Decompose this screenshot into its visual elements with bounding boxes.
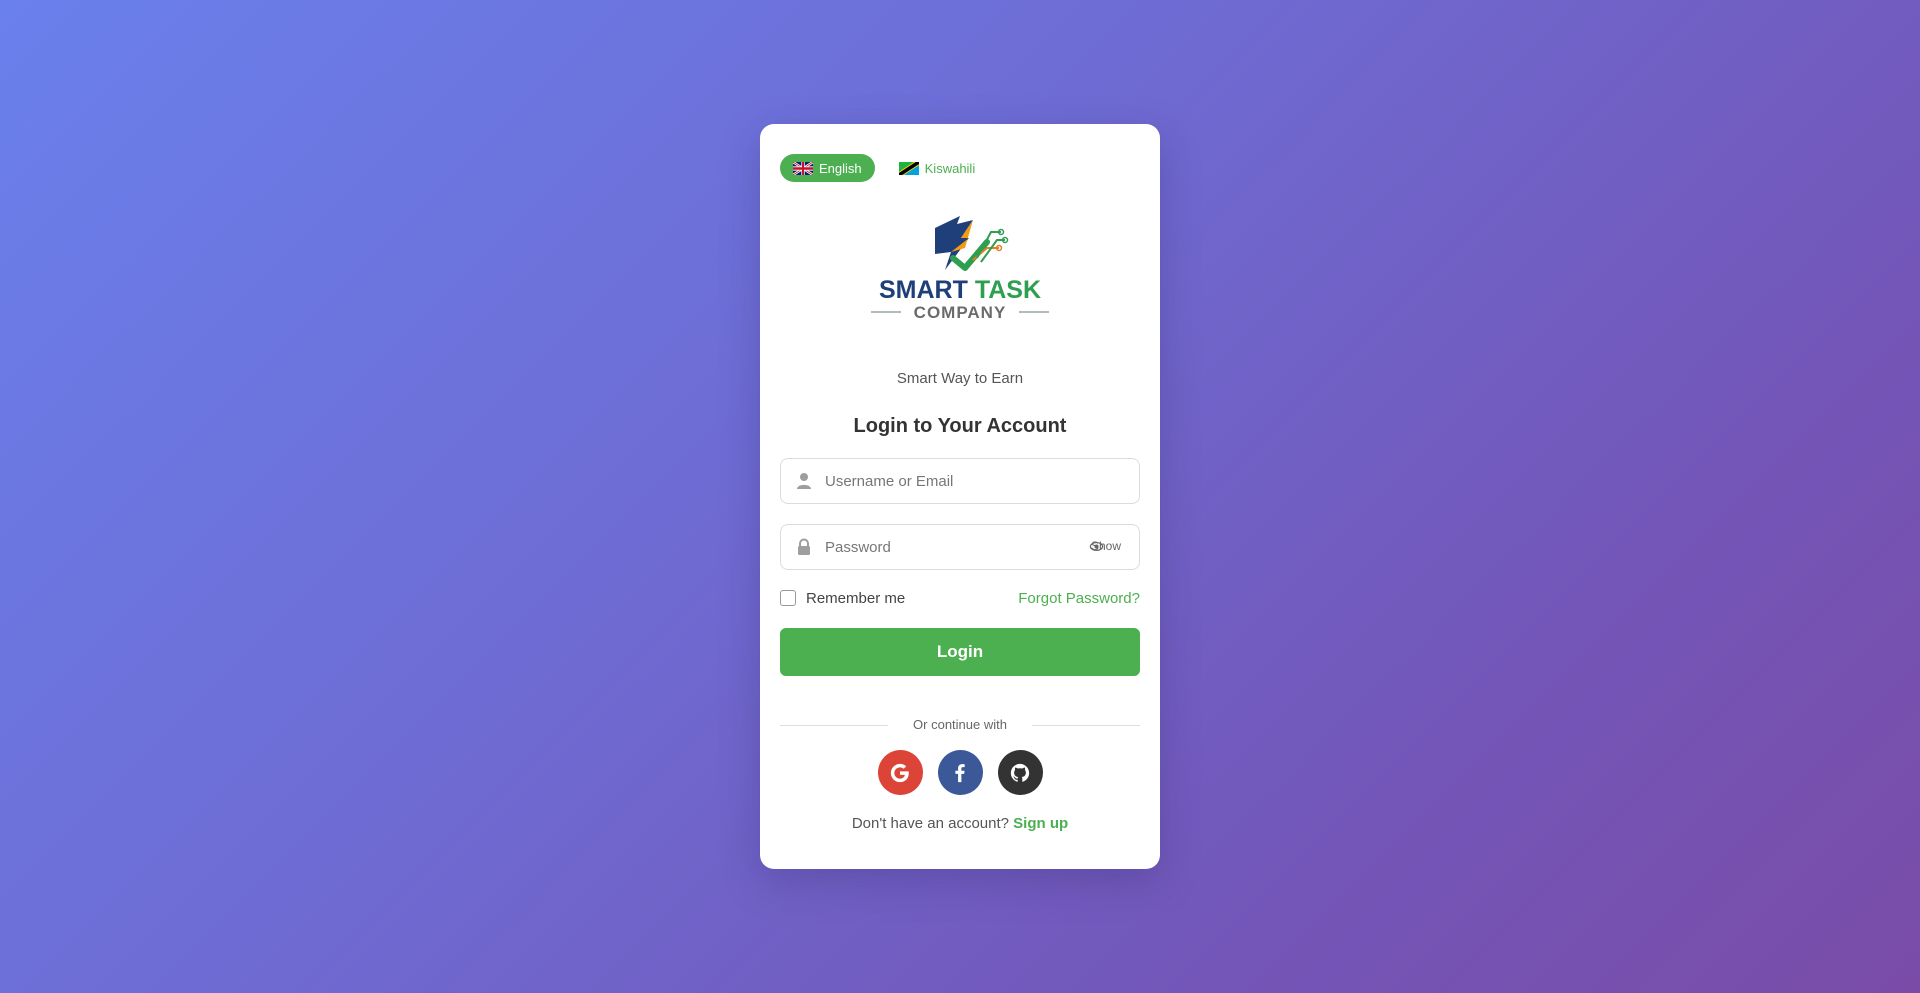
remember-me-label: Remember me xyxy=(806,589,906,607)
divider-line-left xyxy=(780,725,888,726)
login-card: English Kiswahili SMART TASK COMPANY Sma… xyxy=(760,124,1160,869)
tagline: Smart Way to Earn xyxy=(896,370,1024,387)
login-options: Remember me Forgot Password? xyxy=(780,588,1140,608)
username-field[interactable] xyxy=(780,458,1140,504)
divider-text: Or continue with xyxy=(913,717,1007,732)
password-input[interactable] xyxy=(825,525,1105,569)
facebook-icon xyxy=(955,763,965,782)
show-password-toggle[interactable]: Show xyxy=(1089,539,1121,553)
signup-link[interactable]: Sign up xyxy=(1013,815,1068,832)
social-divider: Or continue with xyxy=(780,716,1140,734)
logo-text-line1: SMART TASK xyxy=(879,276,1041,304)
social-login-buttons xyxy=(780,750,1140,795)
lock-icon xyxy=(798,538,810,555)
password-field[interactable]: Show xyxy=(780,524,1140,570)
google-login-button[interactable] xyxy=(877,750,923,795)
user-icon xyxy=(797,473,811,489)
uk-flag-icon xyxy=(793,161,813,175)
eye-icon xyxy=(1089,541,1104,552)
signup-prompt-text: Don't have an account? xyxy=(851,815,1014,832)
google-icon xyxy=(890,763,909,782)
divider-line-right xyxy=(1032,725,1140,726)
logo-text-line2: COMPANY xyxy=(914,303,1007,322)
signup-prompt: Don't have an account? Sign up xyxy=(780,815,1140,832)
username-input[interactable] xyxy=(825,459,1105,503)
remember-me[interactable]: Remember me xyxy=(780,590,905,607)
page-title: Login to Your Account xyxy=(853,415,1067,437)
language-english-button[interactable]: English xyxy=(780,154,875,182)
language-english-label: English xyxy=(819,160,862,176)
github-login-button[interactable] xyxy=(997,750,1043,795)
forgot-password-link[interactable]: Forgot Password? xyxy=(1018,590,1140,607)
language-kiswahili-button[interactable]: Kiswahili xyxy=(893,154,982,182)
login-button[interactable]: Login xyxy=(780,628,1140,676)
company-logo: SMART TASK COMPANY xyxy=(865,208,1055,338)
language-switcher: English Kiswahili xyxy=(780,154,1140,182)
remember-me-checkbox[interactable] xyxy=(780,590,796,606)
facebook-login-button[interactable] xyxy=(937,750,983,795)
language-kiswahili-label: Kiswahili xyxy=(924,160,976,176)
logo-graphic: SMART TASK COMPANY xyxy=(871,216,1049,322)
tanzania-flag-icon xyxy=(898,161,919,175)
github-icon xyxy=(1010,763,1030,782)
